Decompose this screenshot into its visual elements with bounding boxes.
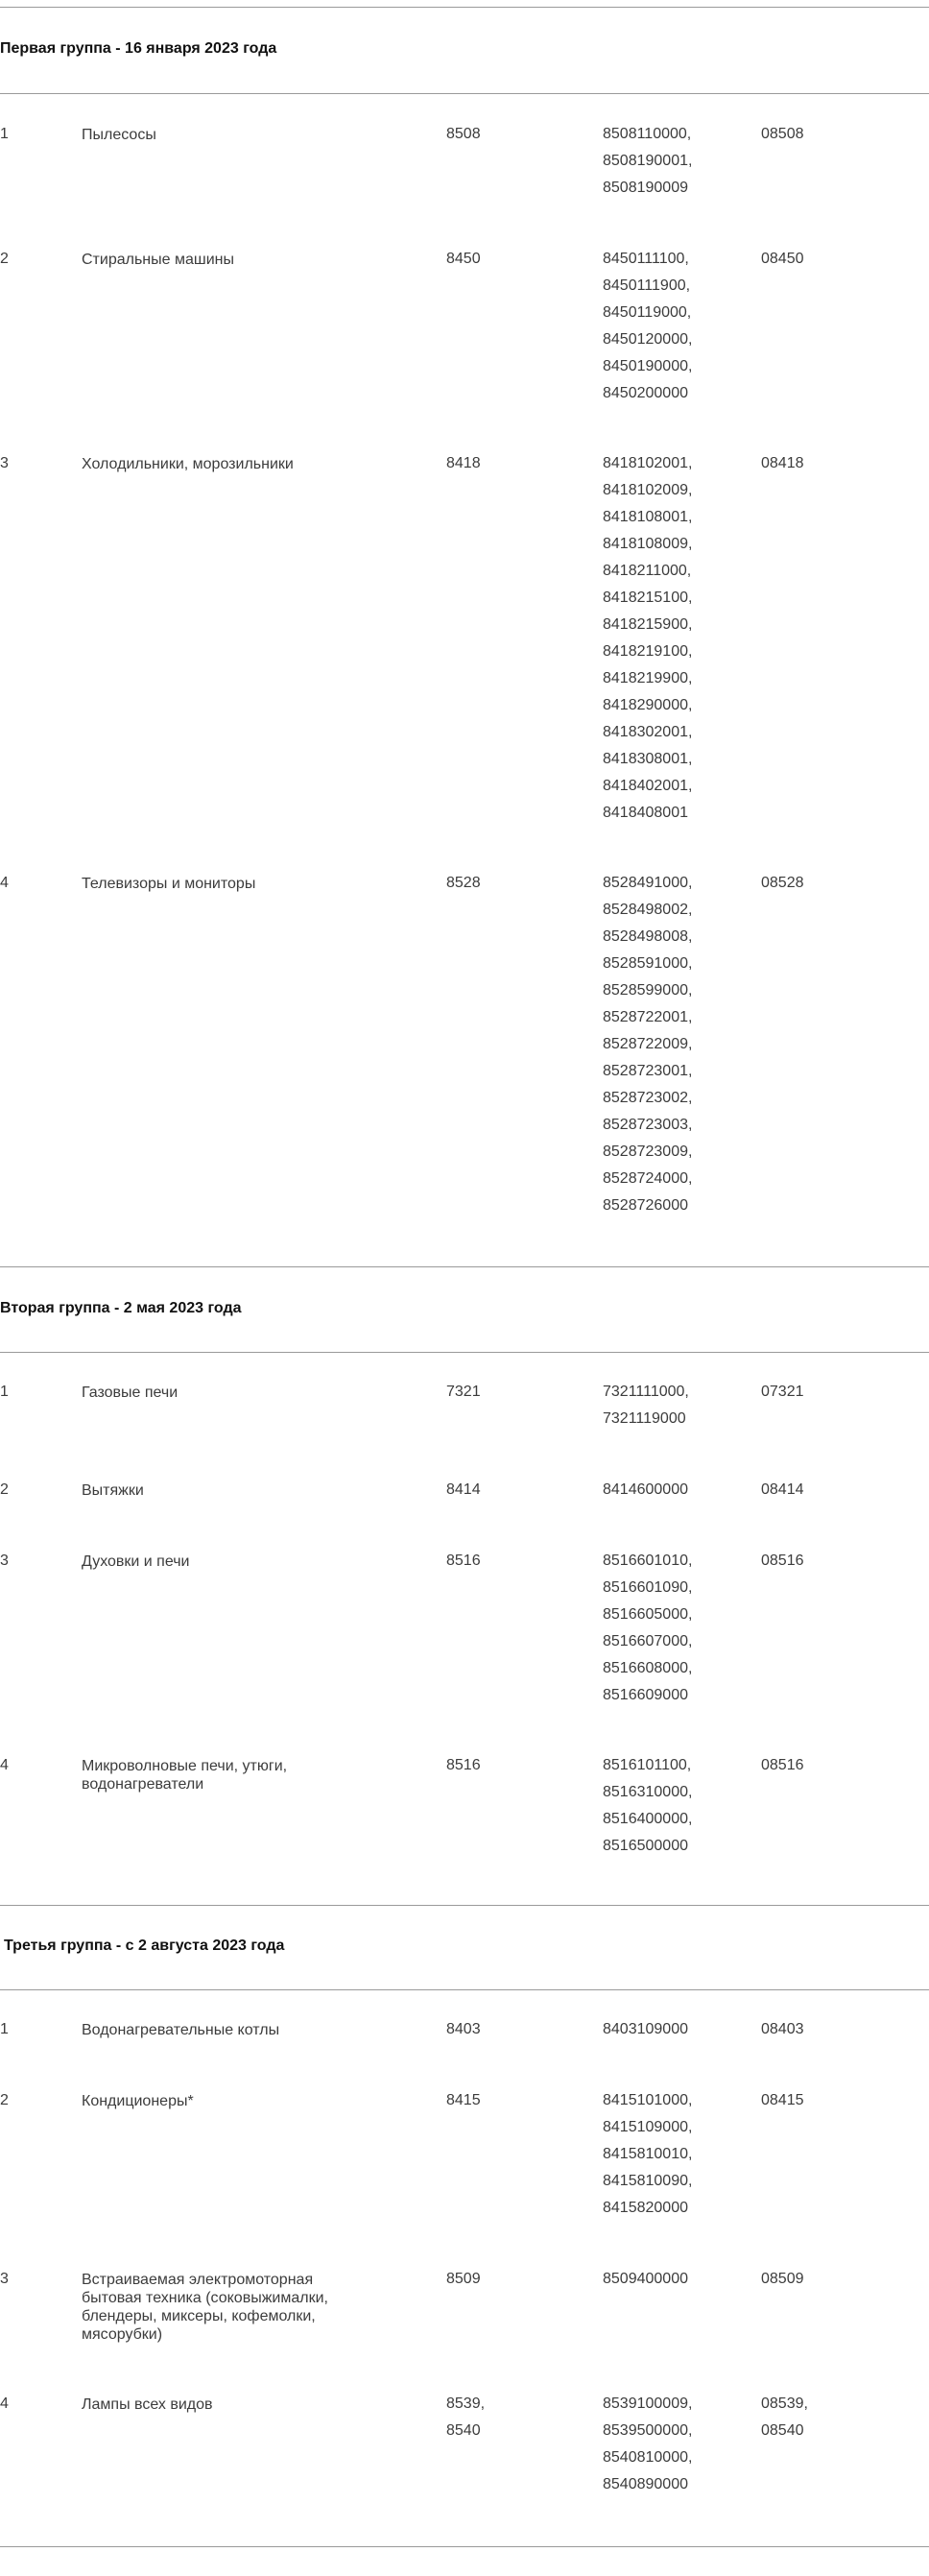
tnved-codes: 8414600000 [603,1481,688,1498]
tnved-codes: 8403109000 [603,2021,688,2037]
group-code: 08415 [761,2092,804,2108]
group-code: 08509 [761,2271,804,2287]
row-number: 4 [0,1757,9,1773]
group-code: 08450 [761,251,804,267]
group-code: 08403 [761,2021,804,2037]
row-number: 2 [0,1481,9,1498]
document: Первая группа - 16 января 2023 года 1 Пы… [0,0,929,2576]
row-number: 1 [0,1384,9,1400]
group-code: 08539, 08540 [761,2395,808,2439]
product-name: Микроволновые печи, утюги, водонагревате… [82,1758,288,1793]
row-number: 1 [0,126,9,142]
group-code: 08528 [761,875,804,891]
divider [0,1352,929,1353]
group-title: Первая группа - 16 января 2023 года [0,40,277,57]
hs-code: 8516 [446,1757,481,1773]
tnved-codes: 8508110000, 8508190001, 8508190009 [603,126,693,196]
tnved-codes: 8509400000 [603,2271,688,2287]
hs-code: 8414 [446,1481,481,1498]
tnved-codes: 8418102001, 8418102009, 8418108001, 8418… [603,455,693,821]
hs-code: 8516 [446,1553,481,1569]
product-name: Встраиваемая электромоторная бытовая тех… [82,2272,328,2343]
row-number: 2 [0,2092,9,2108]
group-title: Третья группа - с 2 августа 2023 года [4,1938,285,1954]
hs-code: 7321 [446,1384,481,1400]
tnved-codes: 8516101100, 8516310000, 8516400000, 8516… [603,1757,693,1854]
divider [0,1989,929,1990]
product-name: Духовки и печи [82,1553,190,1570]
tnved-codes: 8528491000, 8528498002, 8528498008, 8528… [603,875,693,1214]
divider [0,93,929,94]
product-name: Газовые печи [82,1384,179,1401]
group-code: 08516 [761,1757,804,1773]
hs-code: 8450 [446,251,481,267]
tnved-codes: 8516601010, 8516601090, 8516605000, 8516… [603,1553,693,1703]
hs-code: 8403 [446,2021,481,2037]
row-number: 4 [0,875,9,891]
row-number: 4 [0,2395,9,2412]
hs-code: 8539, 8540 [446,2395,486,2439]
hs-code: 8418 [446,455,481,471]
row-number: 3 [0,2271,9,2287]
row-number: 3 [0,1553,9,1569]
row-number: 3 [0,455,9,471]
hs-code: 8508 [446,126,481,142]
product-name: Стиральные машины [82,252,234,268]
row-number: 2 [0,251,9,267]
product-name: Телевизоры и мониторы [82,876,256,892]
product-name: Холодильники, морозильники [82,456,294,472]
group-code: 08508 [761,126,804,142]
group-code: 08516 [761,1553,804,1569]
tnved-codes: 8415101000, 8415109000, 8415810010, 8415… [603,2092,693,2216]
group-code: 08418 [761,455,804,471]
divider [0,7,929,8]
hs-code: 8528 [446,875,481,891]
group-title: Вторая группа - 2 мая 2023 года [0,1300,242,1316]
divider [0,1266,929,1267]
row-number: 1 [0,2021,9,2037]
divider [0,2546,929,2547]
product-name: Кондиционеры* [82,2093,194,2109]
product-name: Лампы всех видов [82,2396,213,2413]
product-name: Пылесосы [82,127,156,143]
tnved-codes: 7321111000, 7321119000 [603,1384,689,1427]
divider [0,1905,929,1906]
product-name: Водонагревательные котлы [82,2022,280,2038]
product-name: Вытяжки [82,1482,144,1499]
hs-code: 8415 [446,2092,481,2108]
group-code: 07321 [761,1384,804,1400]
hs-code: 8509 [446,2271,481,2287]
group-code: 08414 [761,1481,804,1498]
tnved-codes: 8450111100, 8450111900, 8450119000, 8450… [603,251,693,401]
tnved-codes: 8539100009, 8539500000, 8540810000, 8540… [603,2395,693,2492]
